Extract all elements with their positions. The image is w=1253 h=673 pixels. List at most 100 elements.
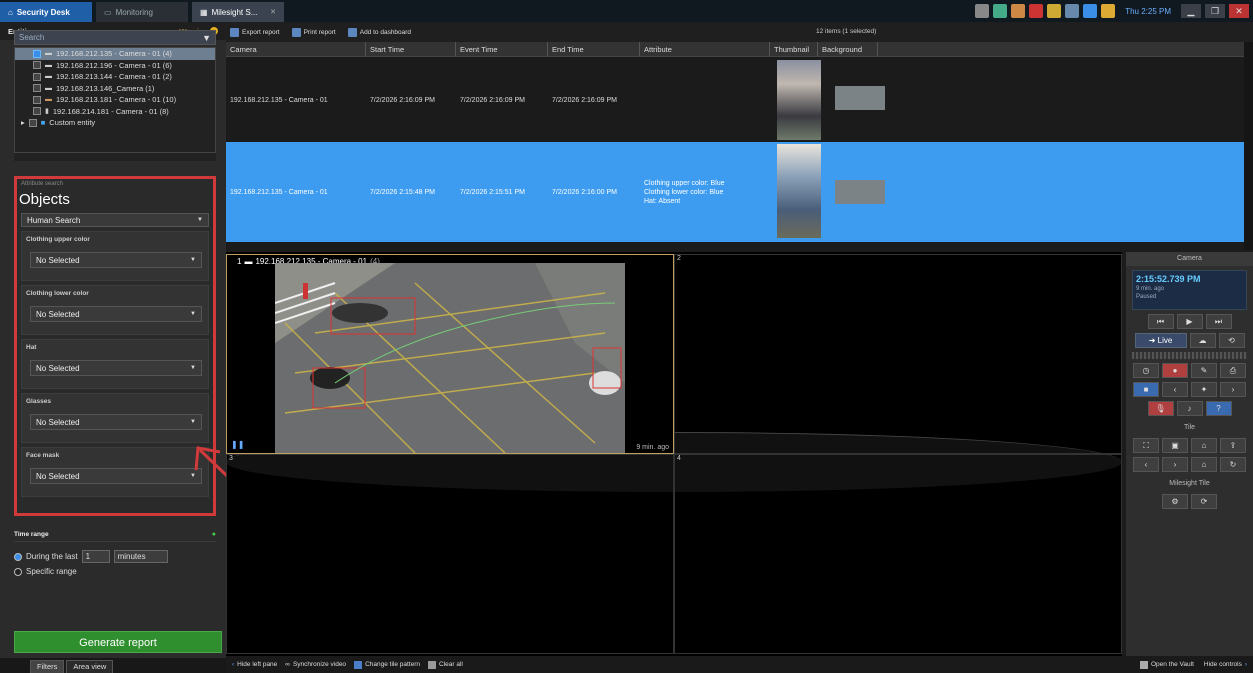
cloud-icon[interactable]: ☁ xyxy=(1189,333,1216,348)
lower-color-dropdown[interactable]: No Selected ▼ xyxy=(30,306,202,322)
upper-color-dropdown[interactable]: No Selected ▼ xyxy=(30,252,202,268)
entity-item[interactable]: ▬ 192.168.212.196 - Camera - 01 (6) xyxy=(15,60,215,72)
live-button[interactable]: ➜ Live xyxy=(1134,333,1187,348)
tab-security-desk[interactable]: ⌂ Security Desk xyxy=(0,2,92,22)
entity-item[interactable]: ▮ 192.168.214.181 - Camera - 01 (8) xyxy=(15,106,215,118)
speaker-icon[interactable]: ♪ xyxy=(1176,401,1203,416)
thumbnail-image[interactable] xyxy=(777,60,821,140)
tab-area-view[interactable]: Area view xyxy=(66,660,114,673)
mic-icon[interactable]: 🎙 xyxy=(1147,401,1174,416)
table-row-selected[interactable]: 192.168.212.135 - Camera - 01 7/2/2026 2… xyxy=(226,142,1244,242)
export-report-button[interactable]: Export report xyxy=(230,27,280,37)
cpu-icon[interactable] xyxy=(1101,4,1116,18)
column-header[interactable]: End Time xyxy=(548,42,640,56)
checkbox[interactable] xyxy=(33,49,41,58)
tray-icon[interactable] xyxy=(993,4,1008,18)
checkbox[interactable] xyxy=(33,95,41,104)
snapshot-icon[interactable]: ⎙ xyxy=(1220,363,1246,378)
filter-icon[interactable]: ▼ xyxy=(202,32,211,45)
home-icon[interactable]: ⌂ xyxy=(1191,457,1217,472)
object-type-dropdown[interactable]: Human Search ▼ xyxy=(21,213,209,227)
expand-icon[interactable]: ▸ xyxy=(21,118,25,127)
entity-search-input[interactable]: Search ▼ xyxy=(14,30,216,45)
column-header[interactable]: Background xyxy=(818,42,878,56)
notification-icon[interactable] xyxy=(1047,4,1062,18)
vault-icon[interactable]: ⌂ xyxy=(1191,438,1217,453)
tray-icon[interactable] xyxy=(975,4,990,18)
vertical-scrollbar[interactable] xyxy=(1244,42,1253,250)
video-tile-4[interactable]: 4 xyxy=(674,454,1122,654)
maximize-button[interactable]: ❐ xyxy=(1205,4,1225,18)
glasses-dropdown[interactable]: No Selected ▼ xyxy=(30,414,202,430)
unit-dropdown[interactable]: minutes xyxy=(113,550,168,563)
print-report-button[interactable]: Print report xyxy=(291,27,336,37)
network-icon[interactable] xyxy=(1083,4,1098,18)
checkbox[interactable] xyxy=(28,118,37,127)
entity-item[interactable]: ▬ 192.168.213.146_Camera (1) xyxy=(15,83,215,95)
column-header[interactable]: Attribute xyxy=(640,42,770,56)
table-row[interactable]: 192.168.212.135 - Camera - 01 7/2/2026 2… xyxy=(226,58,1244,142)
pause-icon[interactable]: ❚❚ xyxy=(231,440,244,449)
close-tab-icon[interactable]: ✕ xyxy=(270,8,276,16)
bookmark-icon[interactable]: ✎ xyxy=(1191,363,1217,378)
entity-item[interactable]: ▬ 192.168.213.144 - Camera - 01 (2) xyxy=(15,71,215,83)
tab-filters[interactable]: Filters xyxy=(30,660,65,673)
video-tile-3[interactable]: 3 xyxy=(226,454,674,654)
ptz-icon[interactable]: ✦ xyxy=(1191,382,1217,397)
open-vault-button[interactable]: Open the Vault xyxy=(1140,660,1194,669)
during-last-radio[interactable] xyxy=(14,552,22,561)
tab-monitoring[interactable]: ▭ Monitoring xyxy=(96,2,188,22)
checkbox[interactable] xyxy=(33,107,41,116)
column-header[interactable]: Event Time xyxy=(456,42,548,56)
minimize-button[interactable]: ▁ xyxy=(1181,4,1201,18)
clock-icon[interactable]: ◷ xyxy=(1133,363,1159,378)
generate-report-button[interactable]: Generate report xyxy=(14,631,222,653)
video-tile-2[interactable]: 2 xyxy=(674,254,1122,454)
change-tile-pattern-button[interactable]: Change tile pattern xyxy=(354,660,420,669)
checkbox[interactable] xyxy=(33,72,41,81)
entity-item[interactable]: ▸ ■ Custom entity xyxy=(15,117,215,129)
entity-item[interactable]: ▬ 192.168.213.181 - Camera - 01 (10) xyxy=(15,94,215,106)
entity-item[interactable]: ▬ 192.168.212.135 - Camera - 01 (4) xyxy=(15,48,215,60)
alert-icon[interactable] xyxy=(1029,4,1044,18)
specific-range-radio[interactable] xyxy=(14,567,22,576)
play-icon[interactable]: ▶ xyxy=(1176,314,1203,329)
settings-icon[interactable]: ⚙ xyxy=(1162,494,1188,509)
during-value-input[interactable]: 1 xyxy=(81,550,110,563)
zoom-icon[interactable]: ■ xyxy=(1133,382,1159,397)
hide-left-pane-button[interactable]: ‹ Hide left pane xyxy=(232,661,277,668)
column-header[interactable]: Thumbnail xyxy=(770,42,818,56)
thumbnail-image[interactable] xyxy=(777,144,821,238)
fast-forward-icon[interactable]: ⏭ xyxy=(1205,314,1232,329)
export-video-icon[interactable]: ⇪ xyxy=(1220,438,1246,453)
image-icon[interactable]: ▣ xyxy=(1162,438,1188,453)
background-image[interactable] xyxy=(835,180,885,204)
background-image[interactable] xyxy=(835,86,885,110)
sync-icon[interactable]: ⟳ xyxy=(1191,494,1217,509)
rewind-icon[interactable]: ⏮ xyxy=(1147,314,1174,329)
fullscreen-icon[interactable]: ⛶ xyxy=(1133,438,1159,453)
tray-icon[interactable] xyxy=(1011,4,1026,18)
forward-icon[interactable]: › xyxy=(1162,457,1188,472)
close-button[interactable]: ✕ xyxy=(1229,4,1249,18)
video-tile-1[interactable]: 1 ▬ 192.168.212.135 - Camera - 01 (4) ❚❚… xyxy=(226,254,674,454)
help-icon[interactable]: ? xyxy=(1205,401,1232,416)
add-to-dashboard-button[interactable]: Add to dashboard xyxy=(347,27,411,37)
tab-milesight[interactable]: ▦ Milesight S... ✕ xyxy=(192,2,284,22)
record-icon[interactable]: ● xyxy=(1162,363,1188,378)
horizontal-scrollbar[interactable] xyxy=(14,153,216,161)
column-header[interactable]: Camera xyxy=(226,42,366,56)
seek-bar[interactable] xyxy=(1132,352,1247,359)
hat-dropdown[interactable]: No Selected ▼ xyxy=(30,360,202,376)
loop-icon[interactable]: ⟲ xyxy=(1218,333,1245,348)
column-header[interactable]: Start Time xyxy=(366,42,456,56)
next-icon[interactable]: › xyxy=(1220,382,1246,397)
face-mask-dropdown[interactable]: No Selected ▼ xyxy=(30,468,202,484)
synchronize-video-button[interactable]: ∞ Synchronize video xyxy=(285,661,346,668)
hide-controls-button[interactable]: Hide controls › xyxy=(1204,661,1247,668)
volume-icon[interactable] xyxy=(1065,4,1080,18)
checkbox[interactable] xyxy=(33,84,41,93)
back-icon[interactable]: ‹ xyxy=(1133,457,1159,472)
prev-icon[interactable]: ‹ xyxy=(1162,382,1188,397)
refresh-icon[interactable]: ↻ xyxy=(1220,457,1246,472)
